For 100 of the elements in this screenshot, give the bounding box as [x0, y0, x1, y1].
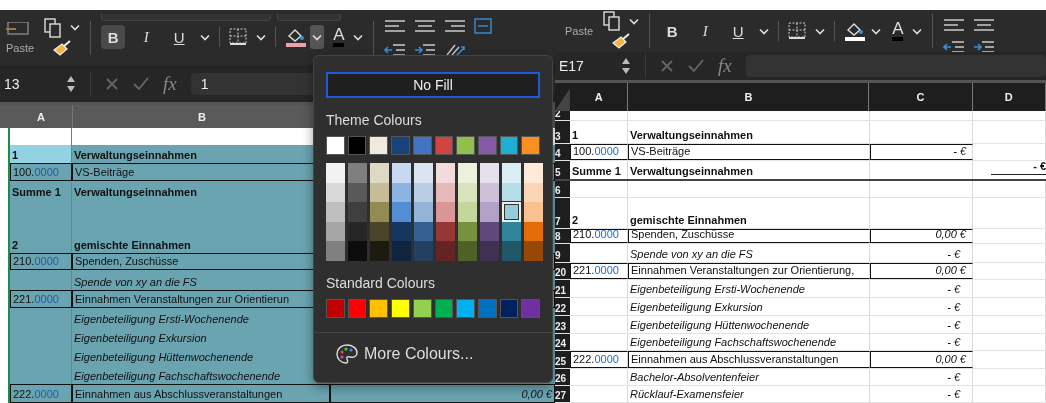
align-center-icon[interactable]	[414, 18, 437, 33]
colour-swatch[interactable]	[499, 136, 519, 155]
colour-swatch[interactable]	[369, 136, 389, 155]
row-header[interactable]: 22	[555, 298, 570, 315]
colour-swatch[interactable]	[412, 298, 432, 318]
colour-swatch[interactable]	[347, 136, 367, 155]
colour-swatch[interactable]	[391, 136, 410, 155]
align-left-icon[interactable]	[384, 18, 407, 33]
row-header[interactable]: 4	[555, 144, 570, 160]
borders-icon[interactable]	[788, 22, 807, 40]
colour-swatch[interactable]	[477, 136, 497, 155]
check-icon[interactable]	[688, 59, 704, 73]
caret-icon[interactable]	[629, 17, 640, 25]
colour-swatch[interactable]	[458, 241, 477, 261]
colour-swatch[interactable]	[480, 202, 499, 222]
bold-button[interactable]: B	[101, 25, 126, 49]
column-header[interactable]: A	[10, 105, 73, 128]
copy-icon[interactable]	[603, 11, 622, 31]
italic-button[interactable]: I	[134, 25, 159, 49]
row-header[interactable]: 21	[555, 280, 570, 297]
colour-swatch[interactable]	[480, 163, 499, 183]
font-colour-button[interactable]: A	[892, 21, 904, 41]
decrease-indent-icon[interactable]	[384, 42, 407, 57]
cancel-icon[interactable]	[660, 59, 674, 73]
row-header[interactable]: 9	[555, 244, 570, 262]
row-header[interactable]: 25	[555, 351, 570, 368]
colour-swatch[interactable]	[348, 241, 367, 261]
caret-icon[interactable]	[353, 33, 364, 41]
colour-swatch[interactable]	[326, 298, 345, 318]
borders-icon[interactable]	[229, 28, 248, 46]
colour-swatch[interactable]	[458, 163, 477, 183]
increase-indent-icon[interactable]	[414, 42, 437, 57]
format-painter-icon[interactable]	[52, 39, 73, 58]
colour-swatch[interactable]	[456, 136, 475, 155]
row-header[interactable]: 20	[555, 263, 570, 279]
row-header[interactable]: 24	[555, 334, 570, 350]
underline-button[interactable]: U	[726, 19, 751, 43]
colour-swatch[interactable]	[524, 241, 543, 261]
colour-swatch[interactable]	[391, 298, 410, 318]
colour-swatch[interactable]	[436, 163, 455, 183]
font-colour-button[interactable]: A	[333, 27, 345, 47]
bold-button[interactable]: B	[660, 19, 685, 43]
colour-swatch[interactable]	[456, 298, 475, 318]
colour-swatch[interactable]	[521, 298, 541, 318]
function-button[interactable]: fx	[718, 55, 732, 77]
clipboard-icon[interactable]	[6, 21, 32, 36]
colour-swatch[interactable]	[502, 163, 521, 183]
row-header[interactable]: 27	[555, 386, 570, 402]
name-box[interactable]: 13	[4, 75, 52, 92]
colour-swatch[interactable]	[524, 163, 543, 183]
colour-swatch[interactable]	[326, 163, 345, 183]
caret-icon[interactable]	[759, 27, 770, 35]
underline-button[interactable]: U	[167, 25, 192, 49]
colour-swatch[interactable]	[392, 241, 411, 261]
colour-swatch[interactable]	[434, 136, 454, 155]
row-header[interactable]: 3	[555, 121, 570, 143]
caret-icon[interactable]	[310, 25, 325, 49]
paste-button[interactable]: Paste	[6, 41, 35, 54]
row-header[interactable]: 26	[555, 369, 570, 385]
increase-indent-icon[interactable]	[973, 40, 996, 54]
colour-swatch[interactable]	[370, 202, 389, 222]
align-left-icon[interactable]	[943, 18, 966, 32]
colour-swatch[interactable]	[412, 136, 432, 155]
colour-swatch[interactable]	[326, 136, 345, 155]
colour-swatch[interactable]	[458, 202, 477, 222]
colour-swatch[interactable]	[524, 202, 543, 222]
colour-swatch[interactable]	[326, 241, 345, 261]
function-button[interactable]: fx	[163, 72, 177, 95]
colour-swatch[interactable]	[414, 241, 433, 261]
row-header[interactable]: 6	[555, 181, 570, 197]
paste-button[interactable]: Paste	[565, 25, 594, 37]
colour-swatch[interactable]	[477, 298, 497, 318]
caret-icon[interactable]	[256, 33, 267, 41]
colour-swatch[interactable]	[347, 298, 367, 318]
fill-bucket-icon[interactable]	[844, 21, 867, 41]
colour-swatch[interactable]	[521, 136, 541, 155]
align-center-icon[interactable]	[973, 18, 996, 32]
colour-swatch[interactable]	[434, 298, 454, 318]
merge-icon[interactable]	[474, 17, 493, 34]
colour-swatch[interactable]	[370, 163, 389, 183]
caret-icon[interactable]	[70, 24, 81, 31]
colour-swatch[interactable]	[502, 241, 521, 261]
format-painter-icon[interactable]	[611, 33, 632, 51]
colour-swatch[interactable]	[499, 298, 519, 318]
colour-swatch[interactable]	[326, 202, 345, 222]
caret-icon[interactable]	[200, 33, 211, 41]
italic-button[interactable]: I	[693, 19, 718, 43]
name-box[interactable]: E17	[559, 58, 607, 74]
colour-swatch[interactable]	[436, 241, 455, 261]
colour-swatch[interactable]	[369, 298, 389, 318]
row-header[interactable]: 8	[555, 229, 570, 243]
colour-swatch[interactable]	[348, 202, 367, 222]
stepper-icon[interactable]	[621, 57, 631, 75]
align-right-icon[interactable]	[444, 18, 467, 33]
colour-swatch[interactable]	[392, 202, 411, 222]
colour-swatch[interactable]	[348, 163, 367, 183]
no-fill-button[interactable]: No Fill	[326, 72, 540, 98]
fill-bucket-icon[interactable]	[285, 27, 308, 47]
colour-swatch[interactable]	[436, 202, 455, 222]
decrease-indent-icon[interactable]	[943, 40, 966, 54]
